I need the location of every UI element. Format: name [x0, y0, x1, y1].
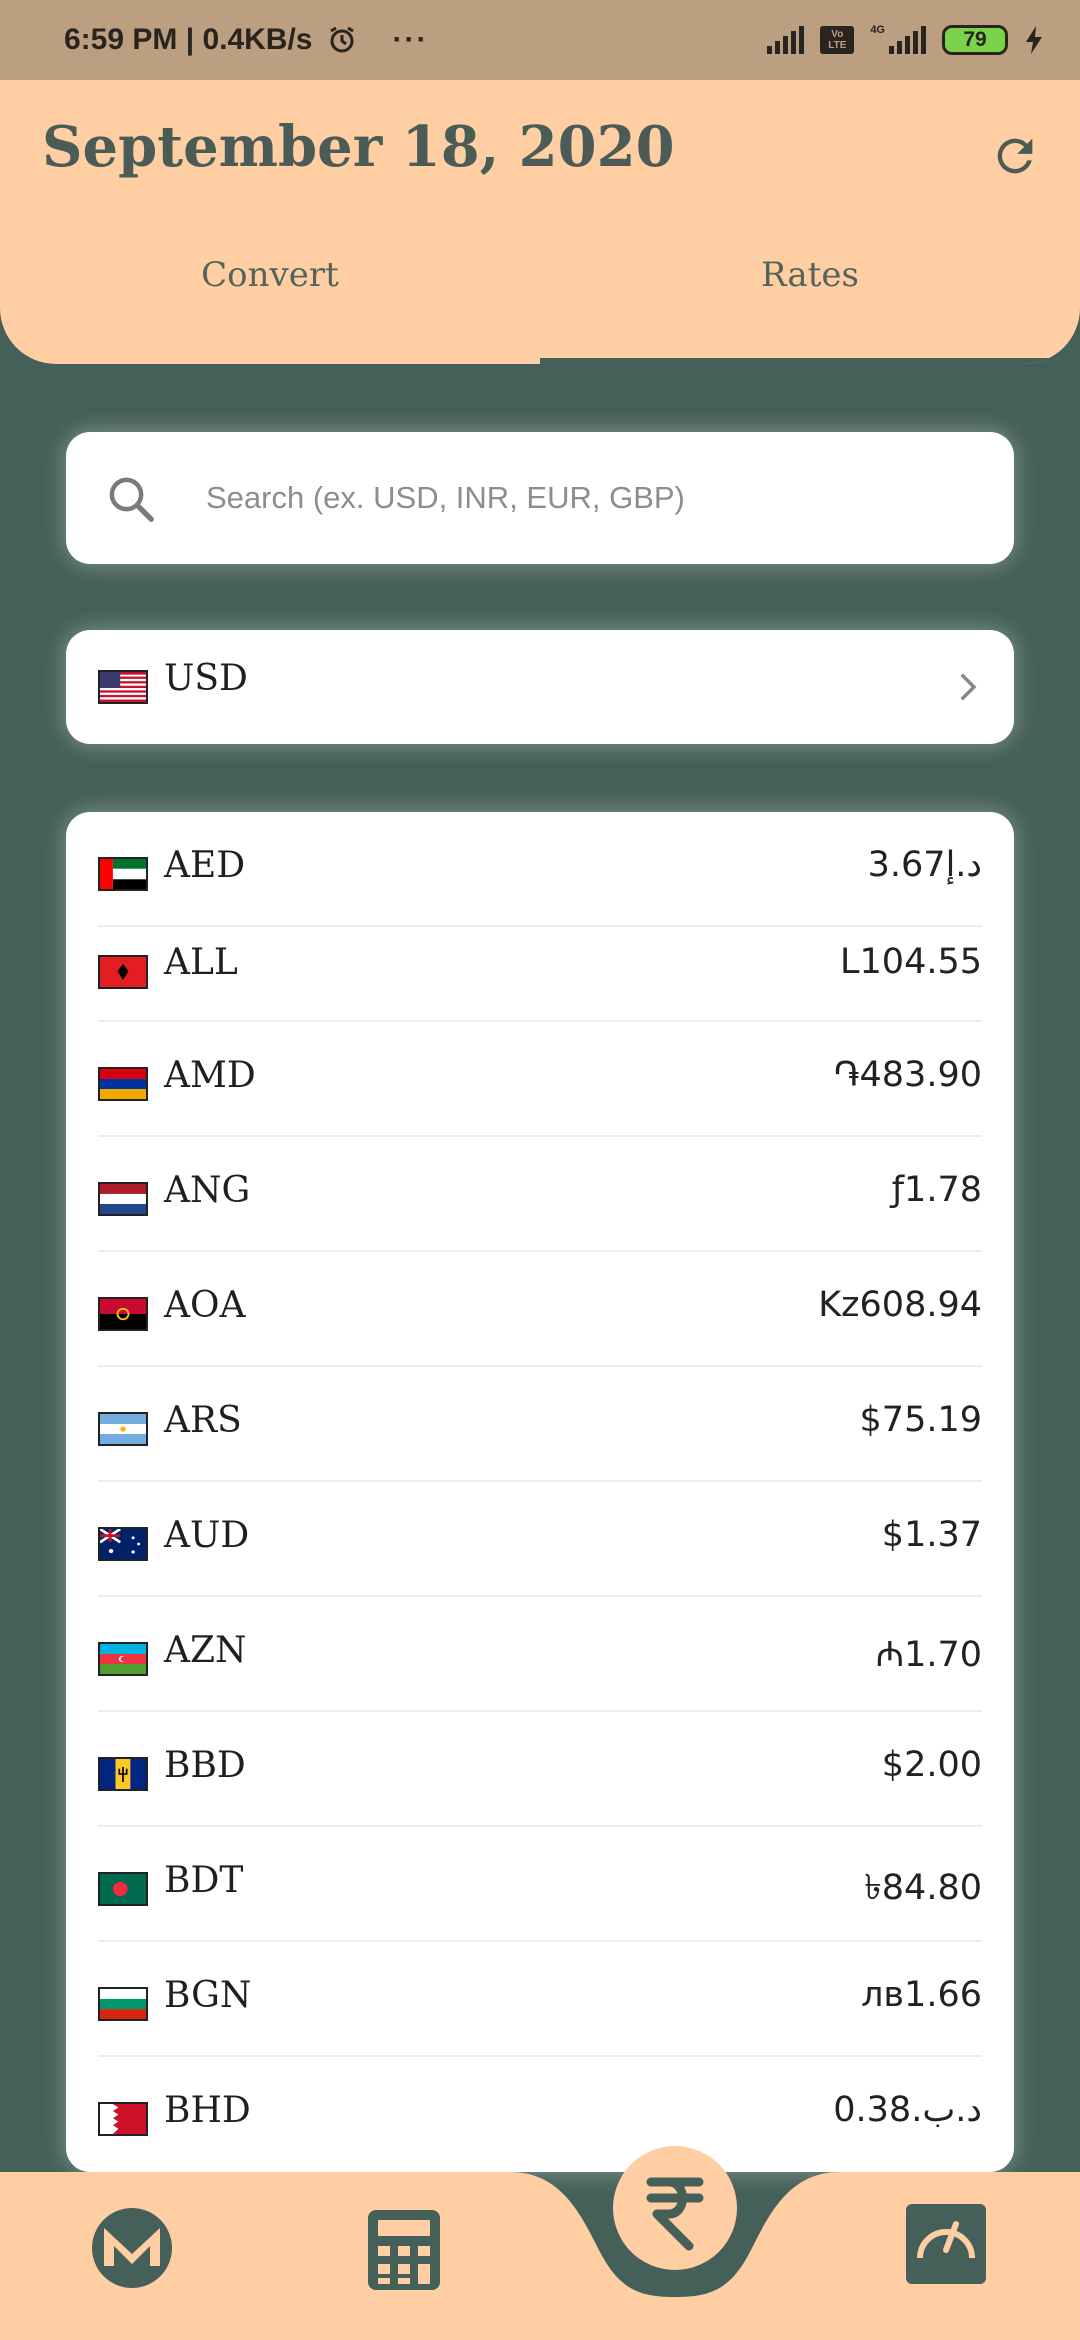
network-type: 4G: [870, 24, 885, 36]
charging-icon: [1026, 26, 1042, 54]
currency-code: ANG: [164, 1170, 251, 1211]
currency-code: ARS: [164, 1400, 242, 1441]
currency-rate: лв1.66: [861, 1975, 982, 2015]
monero-icon: [92, 2208, 172, 2288]
alarm-icon: [329, 26, 354, 53]
flag-bbd-icon: [98, 1757, 148, 1791]
rate-row-azn[interactable]: AZN ₼1.70: [98, 1597, 982, 1712]
rate-row-amd[interactable]: AMD ֏483.90: [98, 1022, 982, 1137]
flag-ang-icon: [98, 1182, 148, 1216]
status-right: Vo LTE 4G 79: [767, 24, 1044, 55]
currency-rate: ৳84.80: [864, 1868, 982, 1908]
currency-code: AUD: [164, 1515, 250, 1556]
currency-code: AZN: [164, 1630, 247, 1671]
currency-code: BDT: [164, 1860, 244, 1901]
flag-bhd-icon: [98, 2102, 148, 2136]
currency-rate: $1.37: [881, 1515, 982, 1555]
search-input[interactable]: [206, 472, 986, 524]
currency-rate: $2.00: [881, 1745, 982, 1785]
currency-code: AED: [164, 845, 246, 886]
nav-rates-button[interactable]: [611, 2144, 739, 2276]
volte-badge: Vo LTE: [820, 26, 855, 54]
flag-aud-icon: [98, 1527, 148, 1561]
base-currency-code: USD: [164, 658, 248, 699]
rate-row-bdt[interactable]: BDT ৳84.80: [98, 1827, 982, 1942]
flag-aoa-icon: [98, 1297, 148, 1331]
currency-code: AMD: [164, 1055, 256, 1096]
rate-row-bgn[interactable]: BGN лв1.66: [98, 1942, 982, 2057]
signal-icon: [767, 26, 805, 54]
currency-rate: ƒ1.78: [891, 1170, 982, 1210]
tab-indicator: [540, 358, 1080, 364]
signal-icon-2: [889, 26, 926, 54]
tab-convert[interactable]: Convert: [0, 255, 540, 295]
rate-row-bhd[interactable]: BHD 0.38.د.ب: [98, 2057, 982, 2172]
battery-indicator: 79: [942, 25, 1008, 55]
search-bar[interactable]: [66, 432, 1014, 564]
flag-aed-icon: [98, 857, 148, 891]
currency-rate: 3.67د.إ: [867, 845, 982, 885]
more-dots: ···: [392, 23, 429, 56]
flag-usd-icon: [98, 670, 148, 704]
currency-code: BBD: [164, 1745, 246, 1786]
refresh-icon: [997, 138, 1033, 174]
currency-code: ALL: [164, 942, 238, 983]
currency-code: BHD: [164, 2090, 251, 2131]
rates-list[interactable]: AED 3.67د.إ ALL L104.55 AMD ֏483.90 ANG …: [66, 812, 1014, 2172]
flag-ars-icon: [98, 1412, 148, 1446]
nav-gauge-button[interactable]: [904, 2202, 988, 2290]
rate-row-bbd[interactable]: BBD $2.00: [98, 1712, 982, 1827]
rate-row-aoa[interactable]: AOA Kz608.94: [98, 1252, 982, 1367]
rate-row-ars[interactable]: ARS $75.19: [98, 1367, 982, 1482]
flag-amd-icon: [98, 1067, 148, 1101]
refresh-button[interactable]: [985, 126, 1045, 186]
rate-row-aud[interactable]: AUD $1.37: [98, 1482, 982, 1597]
flag-azn-icon: [98, 1642, 148, 1676]
status-bar: 6:59 PM | 0.4KB/s ··· Vo LTE 4G 79: [0, 0, 1080, 80]
bottom-navigation: [0, 2146, 1080, 2340]
currency-rate: Kz608.94: [818, 1285, 982, 1325]
currency-code: AOA: [164, 1285, 246, 1326]
rate-row-all[interactable]: ALL L104.55: [98, 922, 982, 1022]
status-left: 6:59 PM | 0.4KB/s ···: [64, 23, 428, 57]
gauge-icon: [906, 2204, 986, 2284]
nav-calculator-button[interactable]: [366, 2208, 442, 2296]
page-title: September 18, 2020: [42, 114, 675, 180]
base-currency-selector[interactable]: USD: [66, 630, 1014, 744]
currency-rate: $75.19: [859, 1400, 982, 1440]
calculator-icon: [368, 2210, 440, 2290]
currency-rate: ֏483.90: [833, 1055, 982, 1095]
flag-bgn-icon: [98, 1987, 148, 2021]
search-icon: [109, 477, 154, 522]
rupee-icon: [613, 2146, 737, 2270]
flag-bdt-icon: [98, 1872, 148, 1906]
currency-rate: L104.55: [840, 942, 982, 982]
nav-monero-button[interactable]: [90, 2206, 174, 2294]
rate-row-ang[interactable]: ANG ƒ1.78: [98, 1137, 982, 1252]
currency-rate: 0.38.د.ب: [833, 2090, 982, 2130]
status-time: 6:59 PM | 0.4KB/s: [64, 23, 313, 56]
currency-rate: ₼1.70: [875, 1635, 982, 1675]
rate-row-aed[interactable]: AED 3.67د.إ: [98, 812, 982, 927]
currency-code: BGN: [164, 1975, 252, 2016]
tab-rates[interactable]: Rates: [540, 255, 1080, 295]
header: September 18, 2020 Convert Rates: [0, 80, 1080, 364]
chevron-right-icon: [960, 673, 977, 701]
flag-all-icon: [98, 955, 148, 989]
